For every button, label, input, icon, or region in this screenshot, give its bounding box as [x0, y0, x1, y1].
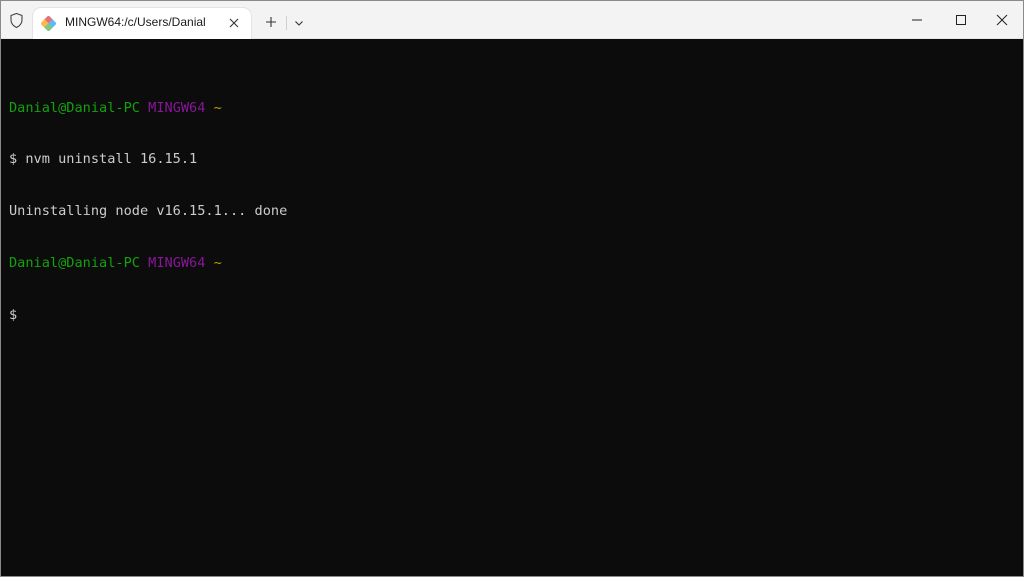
prompt-line: Danial@Danial-PC MINGW64 ~	[9, 100, 1023, 117]
minimize-button[interactable]	[894, 1, 940, 38]
git-bash-icon	[40, 15, 57, 32]
tab-separator	[286, 16, 287, 30]
terminal-window: MINGW64:/c/Users/Danial Danial@Danial-PC…	[0, 0, 1024, 577]
terminal-output[interactable]: Danial@Danial-PC MINGW64 ~ $ nvm uninsta…	[1, 39, 1023, 576]
minimize-icon	[912, 19, 922, 21]
close-icon	[996, 14, 1008, 26]
chevron-down-icon[interactable]	[291, 15, 307, 31]
prompt-shell: MINGW64	[148, 99, 206, 116]
plus-icon[interactable]	[263, 14, 279, 30]
close-window-button[interactable]	[979, 1, 1023, 38]
output-line: Uninstalling node v16.15.1... done	[9, 203, 288, 220]
maximize-button[interactable]	[938, 1, 984, 38]
command-line: $ nvm uninstall 16.15.1	[9, 151, 198, 168]
prompt-line: Danial@Danial-PC MINGW64 ~	[9, 255, 1023, 272]
tab-mingw64[interactable]: MINGW64:/c/Users/Danial	[33, 8, 251, 39]
close-icon[interactable]	[226, 15, 242, 31]
prompt-user-host: Danial@Danial-PC	[9, 255, 140, 272]
prompt-user-host: Danial@Danial-PC	[9, 99, 140, 116]
shield-icon	[8, 12, 25, 29]
tab-title: MINGW64:/c/Users/Danial	[65, 15, 206, 29]
maximize-icon	[956, 15, 966, 25]
title-bar[interactable]: MINGW64:/c/Users/Danial	[1, 1, 1023, 39]
input-line[interactable]: $	[9, 307, 1023, 324]
prompt-path: ~	[213, 255, 222, 272]
prompt-path: ~	[213, 99, 222, 116]
prompt-shell: MINGW64	[148, 255, 206, 272]
